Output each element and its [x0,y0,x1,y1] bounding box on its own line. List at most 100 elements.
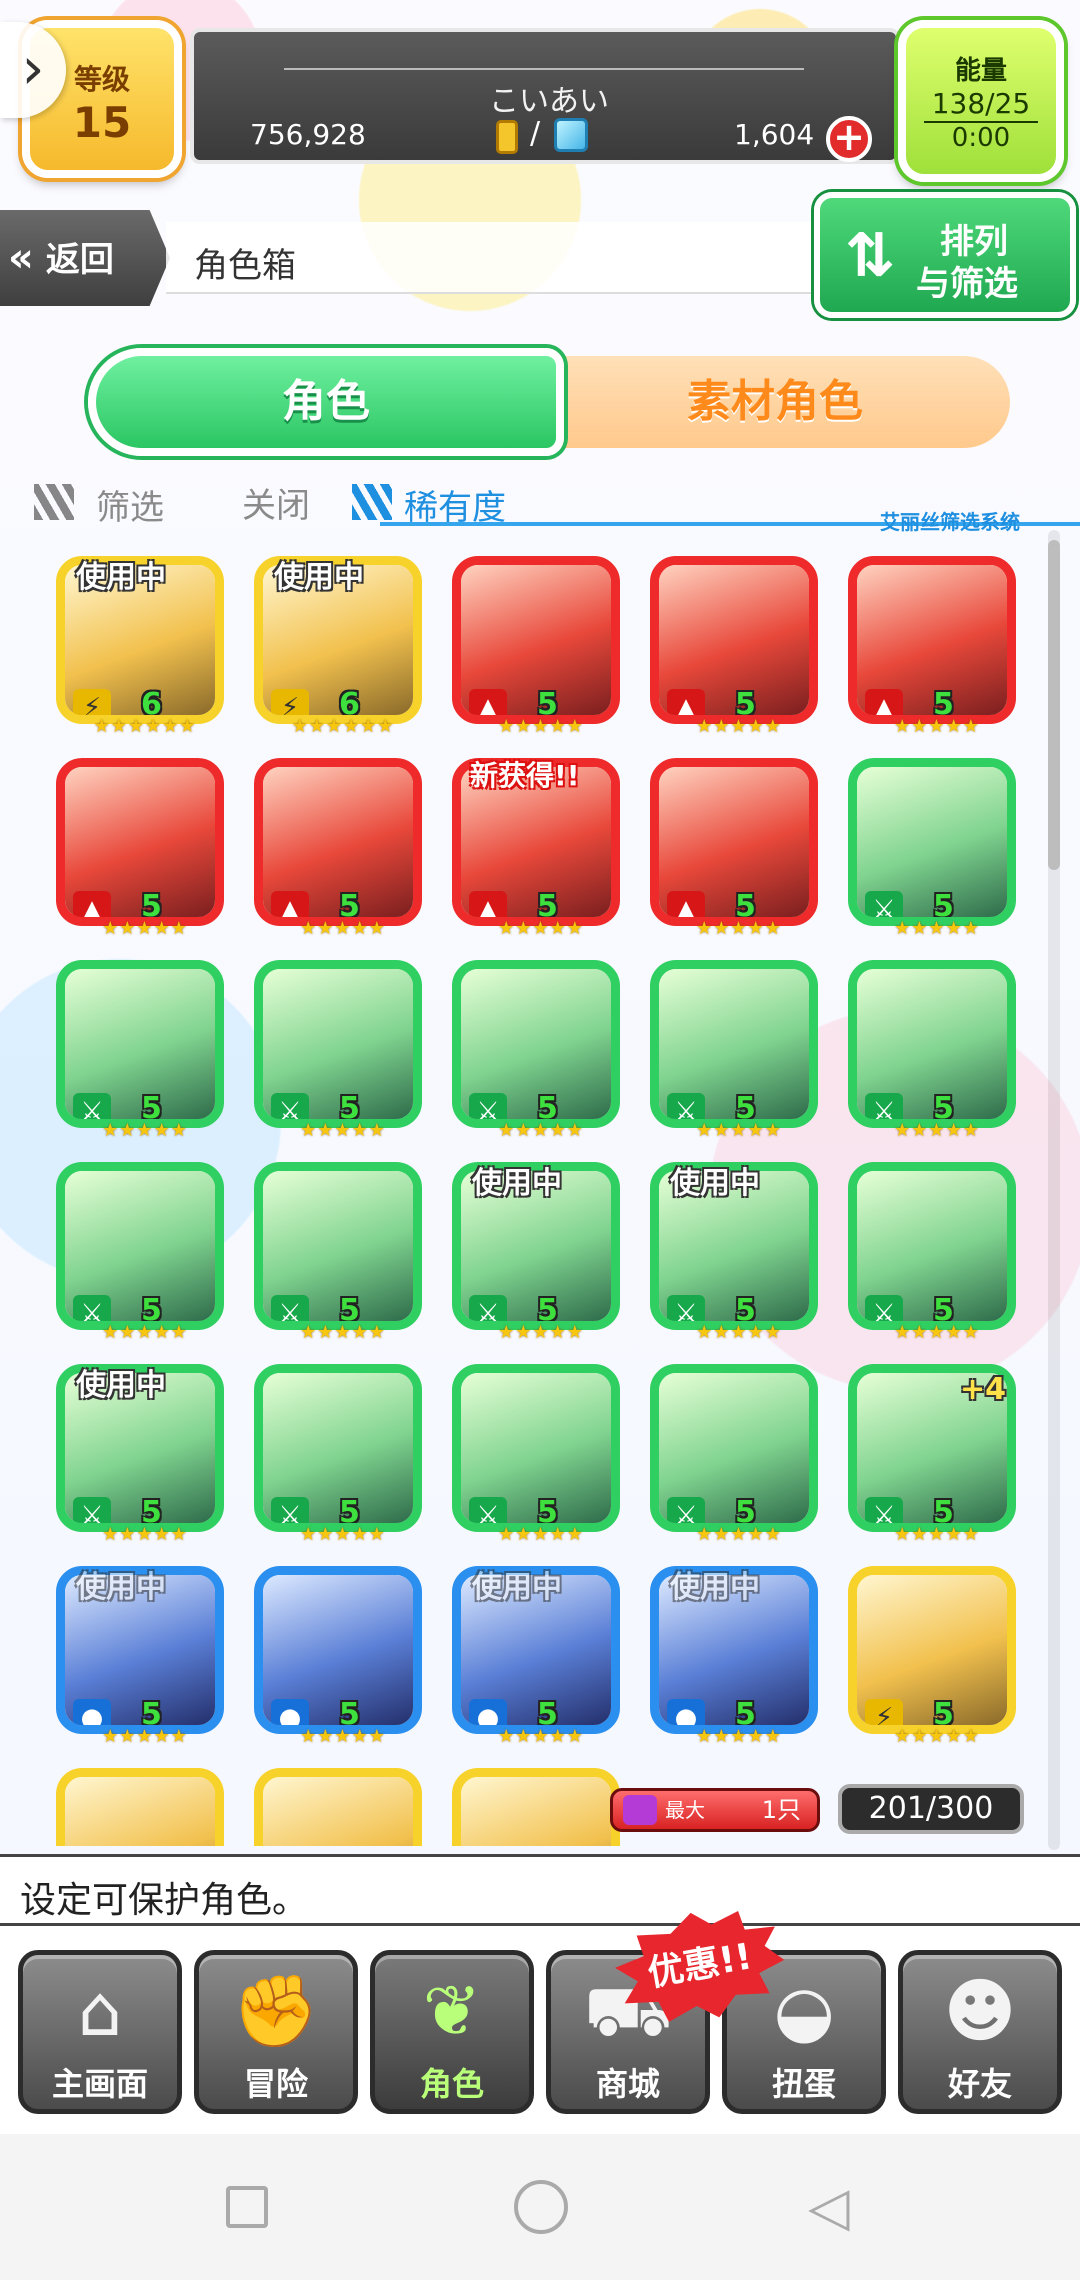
gold-count: 756,928 [250,118,366,151]
character-card[interactable]: ⚡ 5 ★★★★★ [842,1566,1016,1747]
character-card[interactable]: ⚡ [446,1768,620,1846]
player-name: こいあい [489,84,609,119]
star-rating: ★★★★★ [498,1120,584,1141]
character-card[interactable]: ● 5 ★★★★★ 使用中 [50,1566,224,1747]
character-card[interactable]: ⚡ 6 ★★★★★★ 使用中 [248,556,422,737]
card-frame: ⚡ [56,1768,224,1846]
character-card[interactable]: ⚔ 5 ★★★★★ [842,758,1016,939]
star-rating: ★★★★★ [696,1726,782,1747]
character-card[interactable]: ⚔ 5 ★★★★★ [644,960,818,1141]
in-use-badge: 使用中 [274,560,364,595]
protect-limit-value: 1只 [761,1796,801,1824]
character-card[interactable]: ⚔ 5 ★★★★★ [248,1162,422,1343]
in-use-badge: 使用中 [472,1570,562,1605]
currency-separator: / [530,116,541,151]
divider [284,68,804,70]
card-frame: ⚡ [254,1768,422,1846]
star-rating: ★★★★★ [696,716,782,737]
gem-icon [554,118,588,152]
card-frame: ▲ 5 [650,556,818,724]
hint-text: 设定可保护角色。 [20,1880,309,1921]
card-frame: ⚔ 5 [56,960,224,1128]
card-frame: ● 5 [254,1566,422,1734]
star-rating: ★★★★★ [696,1322,782,1343]
character-card[interactable]: ⚡ [248,1768,422,1846]
tab-material-characters[interactable]: 素材角色 [540,356,1010,448]
home-circle-icon[interactable] [514,2180,568,2234]
card-frame: ▲ 5 [254,758,422,926]
character-card[interactable]: ⚔ 5 ★★★★★ +4 [842,1364,1016,1545]
tab-characters[interactable]: 角色 [88,348,564,456]
star-rating: ★★★★★ [300,1120,386,1141]
character-card[interactable]: ⚔ 5 ★★★★★ 使用中 [50,1364,224,1545]
card-frame: ⚔ 5 [848,960,1016,1128]
player-info-panel: こいあい 756,928 / 1,604 + [190,28,900,164]
page-title: 角色箱 [194,246,296,286]
nav-characters-button[interactable]: ❦ 角色 [370,1950,534,2114]
star-rating: ★★★★★ [300,1524,386,1545]
star-rating: ★★★★★ [102,1120,188,1141]
friends-icon: ☻ [943,1970,1017,2052]
back-button[interactable]: « 返回 [0,210,170,306]
character-card[interactable]: ⚔ 5 ★★★★★ [842,1162,1016,1343]
nav-friends-label: 好友 [947,2065,1012,2103]
star-rating: ★★★★★ [894,1524,980,1545]
character-card[interactable]: ⚔ 5 ★★★★★ [248,960,422,1141]
character-card[interactable]: ▲ 5 ★★★★★ [446,556,620,737]
card-frame: ⚔ 5 [452,960,620,1128]
star-rating: ★★★★★ [894,1726,980,1747]
star-rating: ★★★★★ [696,1524,782,1545]
nav-adventure-button[interactable]: ✊ 冒险 [194,1950,358,2114]
character-card[interactable]: ⚔ 5 ★★★★★ 使用中 [446,1162,620,1343]
android-nav-bar: ◁ [0,2134,1080,2280]
scrollbar-thumb[interactable] [1048,540,1060,870]
character-card[interactable]: ⚡ [50,1768,224,1846]
star-rating: ★★★★★★ [291,716,395,737]
energy-value: 138/25 [931,87,1031,120]
character-portrait [263,1777,413,1846]
box-capacity-counter: 201/300 [838,1784,1024,1834]
in-use-badge: 使用中 [76,1368,166,1403]
card-frame: ⚡ [452,1768,620,1846]
gold-icon [496,120,518,154]
card-frame: ⚔ 5 [254,1162,422,1330]
nav-friends-button[interactable]: ☻ 好友 [898,1950,1062,2114]
bottom-nav: ⌂ 主画面 ✊ 冒险 ❦ 角色 ⛟ 商城 ◒ 扭蛋 ☻ 好友 [0,1926,1080,2134]
character-card[interactable]: ⚔ 5 ★★★★★ [842,960,1016,1141]
character-card[interactable]: ▲ 5 ★★★★★ 新获得!! [446,758,620,939]
star-rating: ★★★★★ [696,918,782,939]
character-card[interactable]: ⚡ 6 ★★★★★★ 使用中 [50,556,224,737]
filter-state[interactable]: 关闭 [242,478,310,527]
back-triangle-icon[interactable]: ◁ [808,2180,858,2234]
grid-scrollbar[interactable] [1048,530,1060,1850]
character-card[interactable]: ● 5 ★★★★★ 使用中 [446,1566,620,1747]
in-use-badge: 使用中 [76,1570,166,1605]
character-card[interactable]: ▲ 5 ★★★★★ [50,758,224,939]
card-frame: ⚡ 5 [848,1566,1016,1734]
character-card[interactable]: ⚔ 5 ★★★★★ [446,960,620,1141]
recents-square-icon[interactable] [226,2186,268,2228]
nav-adventure-label: 冒险 [243,2065,308,2103]
rabbit-icon: ❦ [422,1970,482,2052]
sort-filter-button[interactable]: ⇅ 排列 与筛选 [814,192,1076,318]
nav-home-button[interactable]: ⌂ 主画面 [18,1950,182,2114]
character-card[interactable]: ● 5 ★★★★★ 使用中 [644,1566,818,1747]
card-frame: ⚔ 5 [848,758,1016,926]
character-card[interactable]: ⚔ 5 ★★★★★ [50,1162,224,1343]
character-card[interactable]: ● 5 ★★★★★ [248,1566,422,1747]
character-portrait [461,1777,611,1846]
character-card[interactable]: ⚔ 5 ★★★★★ [644,1364,818,1545]
filter-label[interactable]: 筛选 [96,480,164,529]
character-card[interactable]: ▲ 5 ★★★★★ [644,758,818,939]
character-card[interactable]: ⚔ 5 ★★★★★ [446,1364,620,1545]
character-card[interactable]: ▲ 5 ★★★★★ [644,556,818,737]
character-card[interactable]: ▲ 5 ★★★★★ [842,556,1016,737]
add-gem-plus-icon[interactable]: + [826,116,872,162]
star-rating: ★★★★★ [498,1322,584,1343]
character-card[interactable]: ⚔ 5 ★★★★★ [50,960,224,1141]
character-card[interactable]: ▲ 5 ★★★★★ [248,758,422,939]
character-card[interactable]: ⚔ 5 ★★★★★ 使用中 [644,1162,818,1343]
character-card[interactable]: ⚔ 5 ★★★★★ [248,1364,422,1545]
filter-row: 筛选 关闭 稀有度 艾丽丝筛选系统 [0,470,1080,534]
in-use-badge: 使用中 [76,560,166,595]
